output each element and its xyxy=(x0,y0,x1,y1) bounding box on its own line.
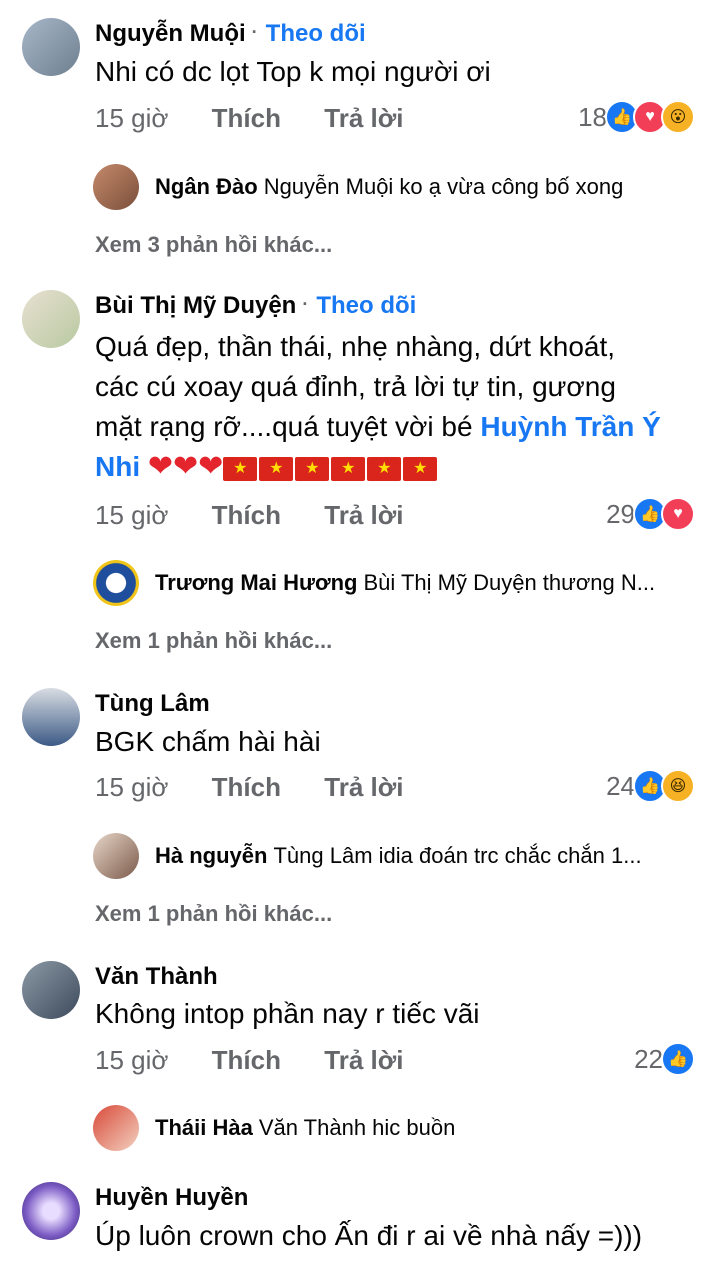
like-button[interactable]: Thích xyxy=(212,1045,281,1076)
reply-author[interactable]: Trương Mai Hương Bùi Thị Mỹ Duyện thương … xyxy=(155,570,655,596)
reaction-summary[interactable]: 29 👍 ♥ xyxy=(606,497,695,531)
comment-text-fragment: mặt rạng rỡ....quá tuyệt vời bé xyxy=(95,411,473,442)
timestamp[interactable]: 15 giờ xyxy=(95,1045,168,1076)
haha-icon: 😆 xyxy=(661,769,695,803)
reaction-count: 18 xyxy=(578,101,607,132)
reply-button[interactable]: Trả lời xyxy=(324,500,403,531)
avatar[interactable] xyxy=(22,1182,80,1240)
avatar[interactable] xyxy=(93,1105,139,1151)
avatar[interactable] xyxy=(93,560,139,606)
author-name[interactable]: Tùng Lâm xyxy=(95,690,210,717)
reply-button[interactable]: Trả lời xyxy=(324,103,403,134)
avatar[interactable] xyxy=(93,833,139,879)
reaction-count: 24 xyxy=(606,770,635,801)
author-name[interactable]: Bùi Thị Mỹ Duyện xyxy=(95,292,296,319)
reaction-summary[interactable]: 18 👍 ♥ 😮 xyxy=(578,100,695,134)
like-button[interactable]: Thích xyxy=(212,500,281,531)
heart-emoji: ❤ xyxy=(147,450,174,483)
avatar[interactable] xyxy=(93,164,139,210)
comment-author[interactable]: Văn Thành xyxy=(95,963,218,991)
scroll-fade xyxy=(0,1268,717,1280)
comment-author[interactable]: Tùng Lâm xyxy=(95,690,210,718)
reply-text: Bùi Thị Mỹ Duyện thương N... xyxy=(363,570,656,595)
reaction-summary[interactable]: 24 👍 😆 xyxy=(606,769,695,803)
follow-button[interactable]: Theo dõi xyxy=(266,20,366,47)
vietnam-flag-emoji: ★ xyxy=(331,456,366,481)
avatar[interactable] xyxy=(22,290,80,348)
author-name[interactable]: Nguyễn Muội xyxy=(95,20,246,47)
comment-author[interactable]: Bùi Thị Mỹ Duyện · Theo dõi xyxy=(95,292,416,320)
heart-emoji: ❤ xyxy=(198,450,224,483)
vietnam-flag-emoji: ★ xyxy=(367,456,402,481)
avatar[interactable] xyxy=(22,688,80,746)
comment-meta: 15 giờ Thích Trả lời xyxy=(95,500,403,531)
reaction-count: 29 xyxy=(606,498,635,529)
separator-dot: · xyxy=(302,294,309,314)
reply-author-name[interactable]: Trương Mai Hương xyxy=(155,570,357,595)
separator-dot: · xyxy=(251,22,258,42)
timestamp[interactable]: 15 giờ xyxy=(95,772,168,803)
reply-text: Tùng Lâm idia đoán trc chắc chắn 1... xyxy=(273,843,642,868)
follow-button[interactable]: Theo dõi xyxy=(316,292,416,319)
reply-text: Văn Thành hic buồn xyxy=(258,1115,456,1140)
comment-author[interactable]: Huyền Huyền xyxy=(95,1184,248,1212)
love-icon: ♥ xyxy=(661,497,695,531)
reply-author-name[interactable]: Ngân Đào xyxy=(155,174,258,199)
avatar[interactable] xyxy=(22,961,80,1019)
wow-icon: 😮 xyxy=(661,100,695,134)
avatar[interactable] xyxy=(22,18,80,76)
comment-meta: 15 giờ Thích Trả lời xyxy=(95,772,403,803)
comment-meta: 15 giờ Thích Trả lời xyxy=(95,103,403,134)
comment-meta: 15 giờ Thích Trả lời xyxy=(95,1045,403,1076)
vietnam-flag-emoji: ★ xyxy=(295,456,330,481)
reply-author[interactable]: Hà nguyễn Tùng Lâm idia đoán trc chắc chắ… xyxy=(155,843,642,869)
view-more-replies[interactable]: Xem 1 phản hồi khác... xyxy=(95,901,332,927)
reply-author-name[interactable]: Hà nguyễn xyxy=(155,843,267,868)
comment-text-line: Quá đẹp, thần thái, nhẹ nhàng, dứt khoát… xyxy=(95,331,616,362)
vietnam-flag-emoji: ★ xyxy=(223,456,258,481)
reply-author[interactable]: Ngân Đào Nguyễn Muội ko ạ vừa công bố xon… xyxy=(155,174,623,200)
like-icon: 👍 xyxy=(661,1042,695,1076)
author-name[interactable]: Văn Thành xyxy=(95,963,218,990)
comment-text: Quá đẹp, thần thái, nhẹ nhàng, dứt khoát… xyxy=(95,327,685,487)
timestamp[interactable]: 15 giờ xyxy=(95,103,168,134)
comment-text-line: mặt rạng rỡ....quá tuyệt vời bé Huỳnh Tr… xyxy=(95,407,685,487)
comment-text: Úp luôn crown cho Ấn đi r ai về nhà nấy … xyxy=(95,1220,643,1251)
author-name[interactable]: Huyền Huyền xyxy=(95,1184,248,1211)
like-button[interactable]: Thích xyxy=(212,103,281,134)
vietnam-flag-emoji: ★ xyxy=(403,456,438,481)
view-more-replies[interactable]: Xem 1 phản hồi khác... xyxy=(95,628,332,654)
reaction-count: 22 xyxy=(634,1043,663,1074)
comment-text: Không intop phần nay r tiếc vãi xyxy=(95,998,480,1029)
comment-text-line: các cú xoay quá đỉnh, trả lời tự tin, gư… xyxy=(95,371,616,402)
heart-emoji: ❤ xyxy=(173,450,199,483)
reply-author[interactable]: Tháii Hàa Văn Thành hic buồn xyxy=(155,1115,455,1141)
reply-button[interactable]: Trả lời xyxy=(324,772,403,803)
comment-author[interactable]: Nguyễn Muội · Theo dõi xyxy=(95,20,366,48)
timestamp[interactable]: 15 giờ xyxy=(95,500,168,531)
reply-button[interactable]: Trả lời xyxy=(324,1045,403,1076)
reply-author-name[interactable]: Tháii Hàa xyxy=(155,1115,253,1140)
comment-text: BGK chấm hài hài xyxy=(95,726,321,757)
reply-text: Nguyễn Muội ko ạ vừa công bố xong xyxy=(263,174,624,199)
view-more-replies[interactable]: Xem 3 phản hồi khác... xyxy=(95,232,332,258)
like-button[interactable]: Thích xyxy=(212,772,281,803)
comment-text: Nhi có dc lọt Top k mọi người ơi xyxy=(95,56,491,87)
reaction-summary[interactable]: 22 👍 xyxy=(634,1042,695,1076)
vietnam-flag-emoji: ★ xyxy=(259,456,294,481)
